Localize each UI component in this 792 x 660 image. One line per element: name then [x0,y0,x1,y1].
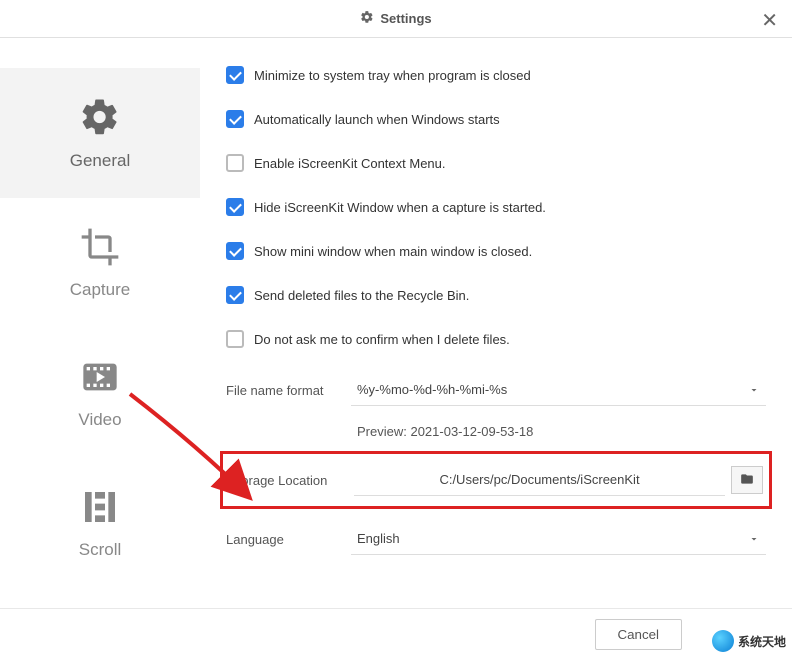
file-format-select[interactable]: %y-%mo-%d-%h-%mi-%s [351,374,766,406]
language-value: English [357,531,400,546]
option-label: Show mini window when main window is clo… [254,244,532,259]
globe-icon [712,630,734,652]
checkbox-icon[interactable] [226,154,244,172]
checkbox-icon[interactable] [226,198,244,216]
watermark: 系统天地 [712,630,786,652]
storage-label: Storage Location [229,473,354,488]
sidebar-item-label: Capture [70,280,130,300]
sidebar-item-scroll[interactable]: Scroll [0,458,200,588]
window-title: Settings [380,11,431,26]
sidebar-item-general[interactable]: General [0,68,200,198]
sidebar: General Capture Video Scroll [0,38,200,608]
option-minimize-tray[interactable]: Minimize to system tray when program is … [226,66,766,84]
option-label: Hide iScreenKit Window when a capture is… [254,200,546,215]
sidebar-item-video[interactable]: Video [0,328,200,458]
checkbox-icon[interactable] [226,242,244,260]
option-context-menu[interactable]: Enable iScreenKit Context Menu. [226,154,766,172]
checkbox-icon[interactable] [226,66,244,84]
gear-icon [79,96,121,141]
storage-value: C:/Users/pc/Documents/iScreenKit [439,472,639,487]
language-select[interactable]: English [351,523,766,555]
browse-folder-button[interactable] [731,466,763,494]
gear-icon [360,10,374,27]
checkbox-icon[interactable] [226,286,244,304]
option-recycle-bin[interactable]: Send deleted files to the Recycle Bin. [226,286,766,304]
sidebar-item-label: General [70,151,130,171]
settings-panel: Minimize to system tray when program is … [200,38,792,608]
option-label: Minimize to system tray when program is … [254,68,531,83]
option-confirm-delete[interactable]: Do not ask me to confirm when I delete f… [226,330,766,348]
scroll-icon [80,487,120,530]
option-mini-window[interactable]: Show mini window when main window is clo… [226,242,766,260]
file-format-preview: Preview: 2021-03-12-09-53-18 [351,420,766,443]
storage-row: Storage Location C:/Users/pc/Documents/i… [229,464,763,496]
video-icon [80,357,120,400]
file-format-label: File name format [226,383,351,398]
option-label: Send deleted files to the Recycle Bin. [254,288,469,303]
storage-input[interactable]: C:/Users/pc/Documents/iScreenKit [354,464,725,496]
file-format-row: File name format %y-%mo-%d-%h-%mi-%s [226,374,766,406]
checkbox-icon[interactable] [226,330,244,348]
title-bar: Settings ✕ [0,0,792,38]
watermark-text: 系统天地 [738,633,786,650]
sidebar-item-label: Scroll [79,540,122,560]
language-label: Language [226,532,351,547]
file-format-value: %y-%mo-%d-%h-%mi-%s [357,382,507,397]
folder-icon [739,472,755,489]
option-label: Do not ask me to confirm when I delete f… [254,332,510,347]
checkbox-icon[interactable] [226,110,244,128]
sidebar-item-label: Video [78,410,121,430]
footer: Cancel [0,608,792,660]
cancel-button[interactable]: Cancel [595,619,683,650]
storage-highlight-box: Storage Location C:/Users/pc/Documents/i… [220,451,772,509]
option-label: Enable iScreenKit Context Menu. [254,156,446,171]
crop-icon [80,227,120,270]
chevron-down-icon [748,384,760,399]
option-auto-launch[interactable]: Automatically launch when Windows starts [226,110,766,128]
option-label: Automatically launch when Windows starts [254,112,500,127]
sidebar-item-capture[interactable]: Capture [0,198,200,328]
option-hide-on-capture[interactable]: Hide iScreenKit Window when a capture is… [226,198,766,216]
close-button[interactable]: ✕ [761,8,778,33]
language-row: Language English [226,523,766,555]
chevron-down-icon [748,533,760,548]
